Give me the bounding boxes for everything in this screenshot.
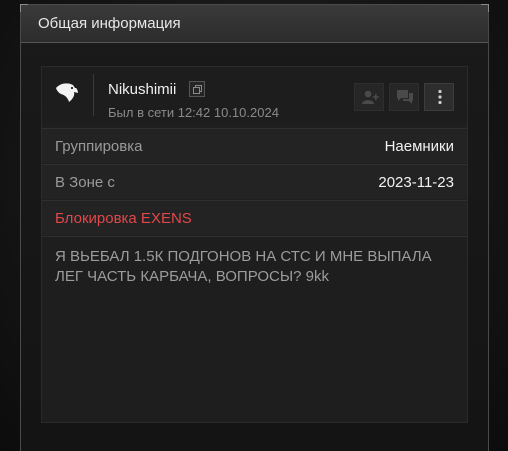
faction-row: Группировка Наемники bbox=[42, 128, 467, 163]
panel-header: Общая информация bbox=[21, 5, 488, 43]
zone-since-row: В Зоне с 2023-11-23 bbox=[42, 164, 467, 199]
profile-header: Nikushimii Был в сети 12:42 10.10.2024 bbox=[42, 67, 467, 123]
player-nickname: Nikushimii bbox=[108, 81, 177, 98]
message-button[interactable] bbox=[389, 83, 419, 111]
player-status-text: Я ВЬЕБАЛ 1.5К ПОДГОНОВ НА СТС И МНЕ ВЫПА… bbox=[55, 248, 432, 285]
profile-card: Nikushimii Был в сети 12:42 10.10.2024 Г… bbox=[41, 66, 468, 423]
copy-icon[interactable] bbox=[189, 81, 205, 97]
ban-status-label: Блокировка EXENS bbox=[55, 210, 192, 227]
zone-since-label: В Зоне с bbox=[55, 174, 115, 191]
add-friend-button[interactable] bbox=[354, 83, 384, 111]
ban-row: Блокировка EXENS bbox=[42, 200, 467, 235]
zone-since-value: 2023-11-23 bbox=[378, 174, 454, 191]
divider bbox=[93, 74, 94, 116]
player-status-box: Я ВЬЕБАЛ 1.5К ПОДГОНОВ НА СТС И МНЕ ВЫПА… bbox=[42, 236, 467, 422]
eagle-logo-icon bbox=[54, 80, 80, 106]
last-seen: Был в сети 12:42 10.10.2024 bbox=[108, 105, 279, 120]
faction-label: Группировка bbox=[55, 138, 143, 155]
faction-value: Наемники bbox=[384, 138, 454, 155]
more-options-button[interactable] bbox=[424, 83, 454, 111]
panel-title: Общая информация bbox=[38, 15, 181, 32]
general-info-panel: Общая информация Nikushimii Был в сети 1… bbox=[20, 4, 489, 451]
